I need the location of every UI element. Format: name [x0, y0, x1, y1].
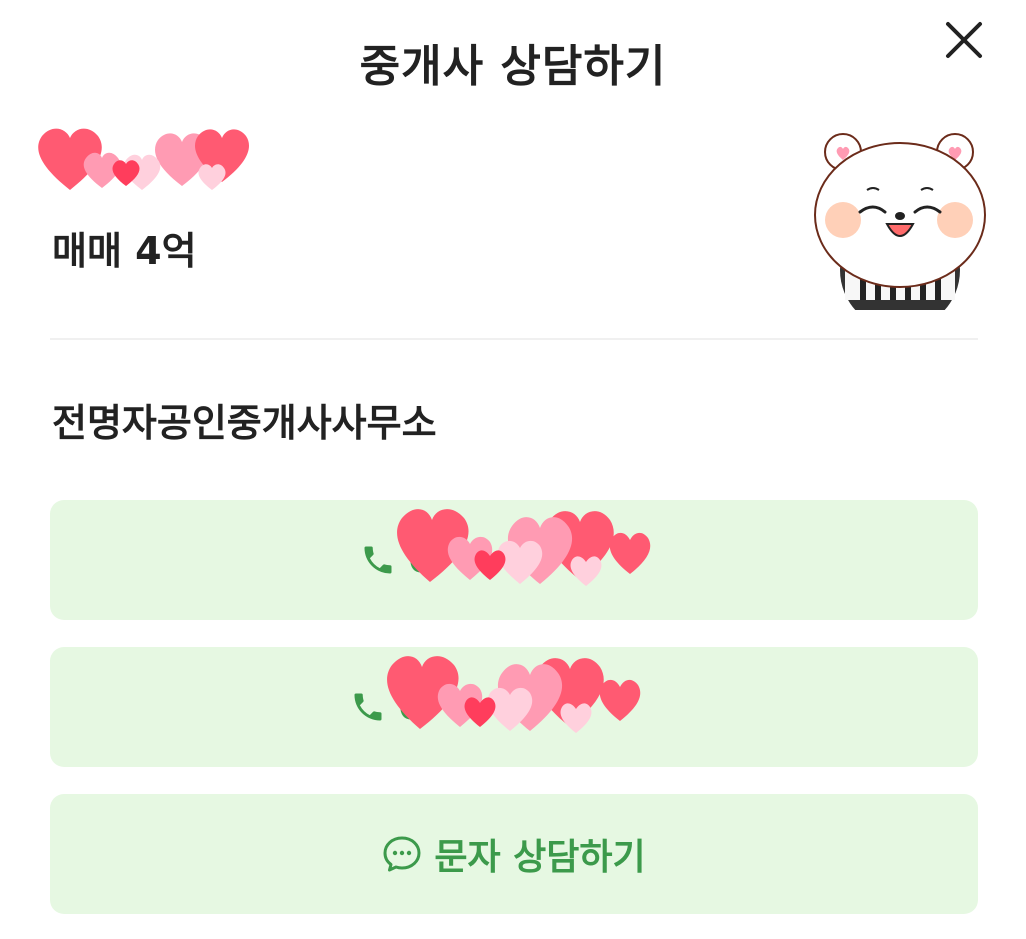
property-subtitle — [38, 120, 752, 190]
sms-consult-button[interactable]: 문자 상담하기 — [50, 794, 978, 914]
call-button-1[interactable]: 0 — [50, 500, 978, 620]
sms-consult-label: 문자 상담하기 — [434, 837, 646, 878]
hearts-sticker — [38, 128, 249, 190]
phone-number-2: 0 — [398, 686, 426, 728]
chat-bubble-icon — [382, 834, 422, 874]
property-price: 매매 4억 — [52, 229, 197, 273]
bear-avatar — [805, 120, 995, 330]
section-divider — [50, 338, 978, 340]
property-summary: 매매 4억 — [38, 120, 752, 275]
modal-title: 중개사 상담하기 — [359, 41, 667, 92]
phone-number-1: 0 — [408, 539, 436, 581]
phone-icon — [350, 689, 386, 725]
close-button[interactable] — [938, 14, 990, 66]
phone-icon — [360, 542, 396, 578]
agency-name: 전명자공인중개사사무소 — [52, 401, 437, 445]
consult-modal: 중개사 상담하기 매매 4억 전명자공인중개사사무소 0 0 문자 상담하기 — [0, 0, 1026, 939]
call-button-2[interactable]: 0 — [50, 647, 978, 767]
close-icon — [946, 22, 982, 58]
